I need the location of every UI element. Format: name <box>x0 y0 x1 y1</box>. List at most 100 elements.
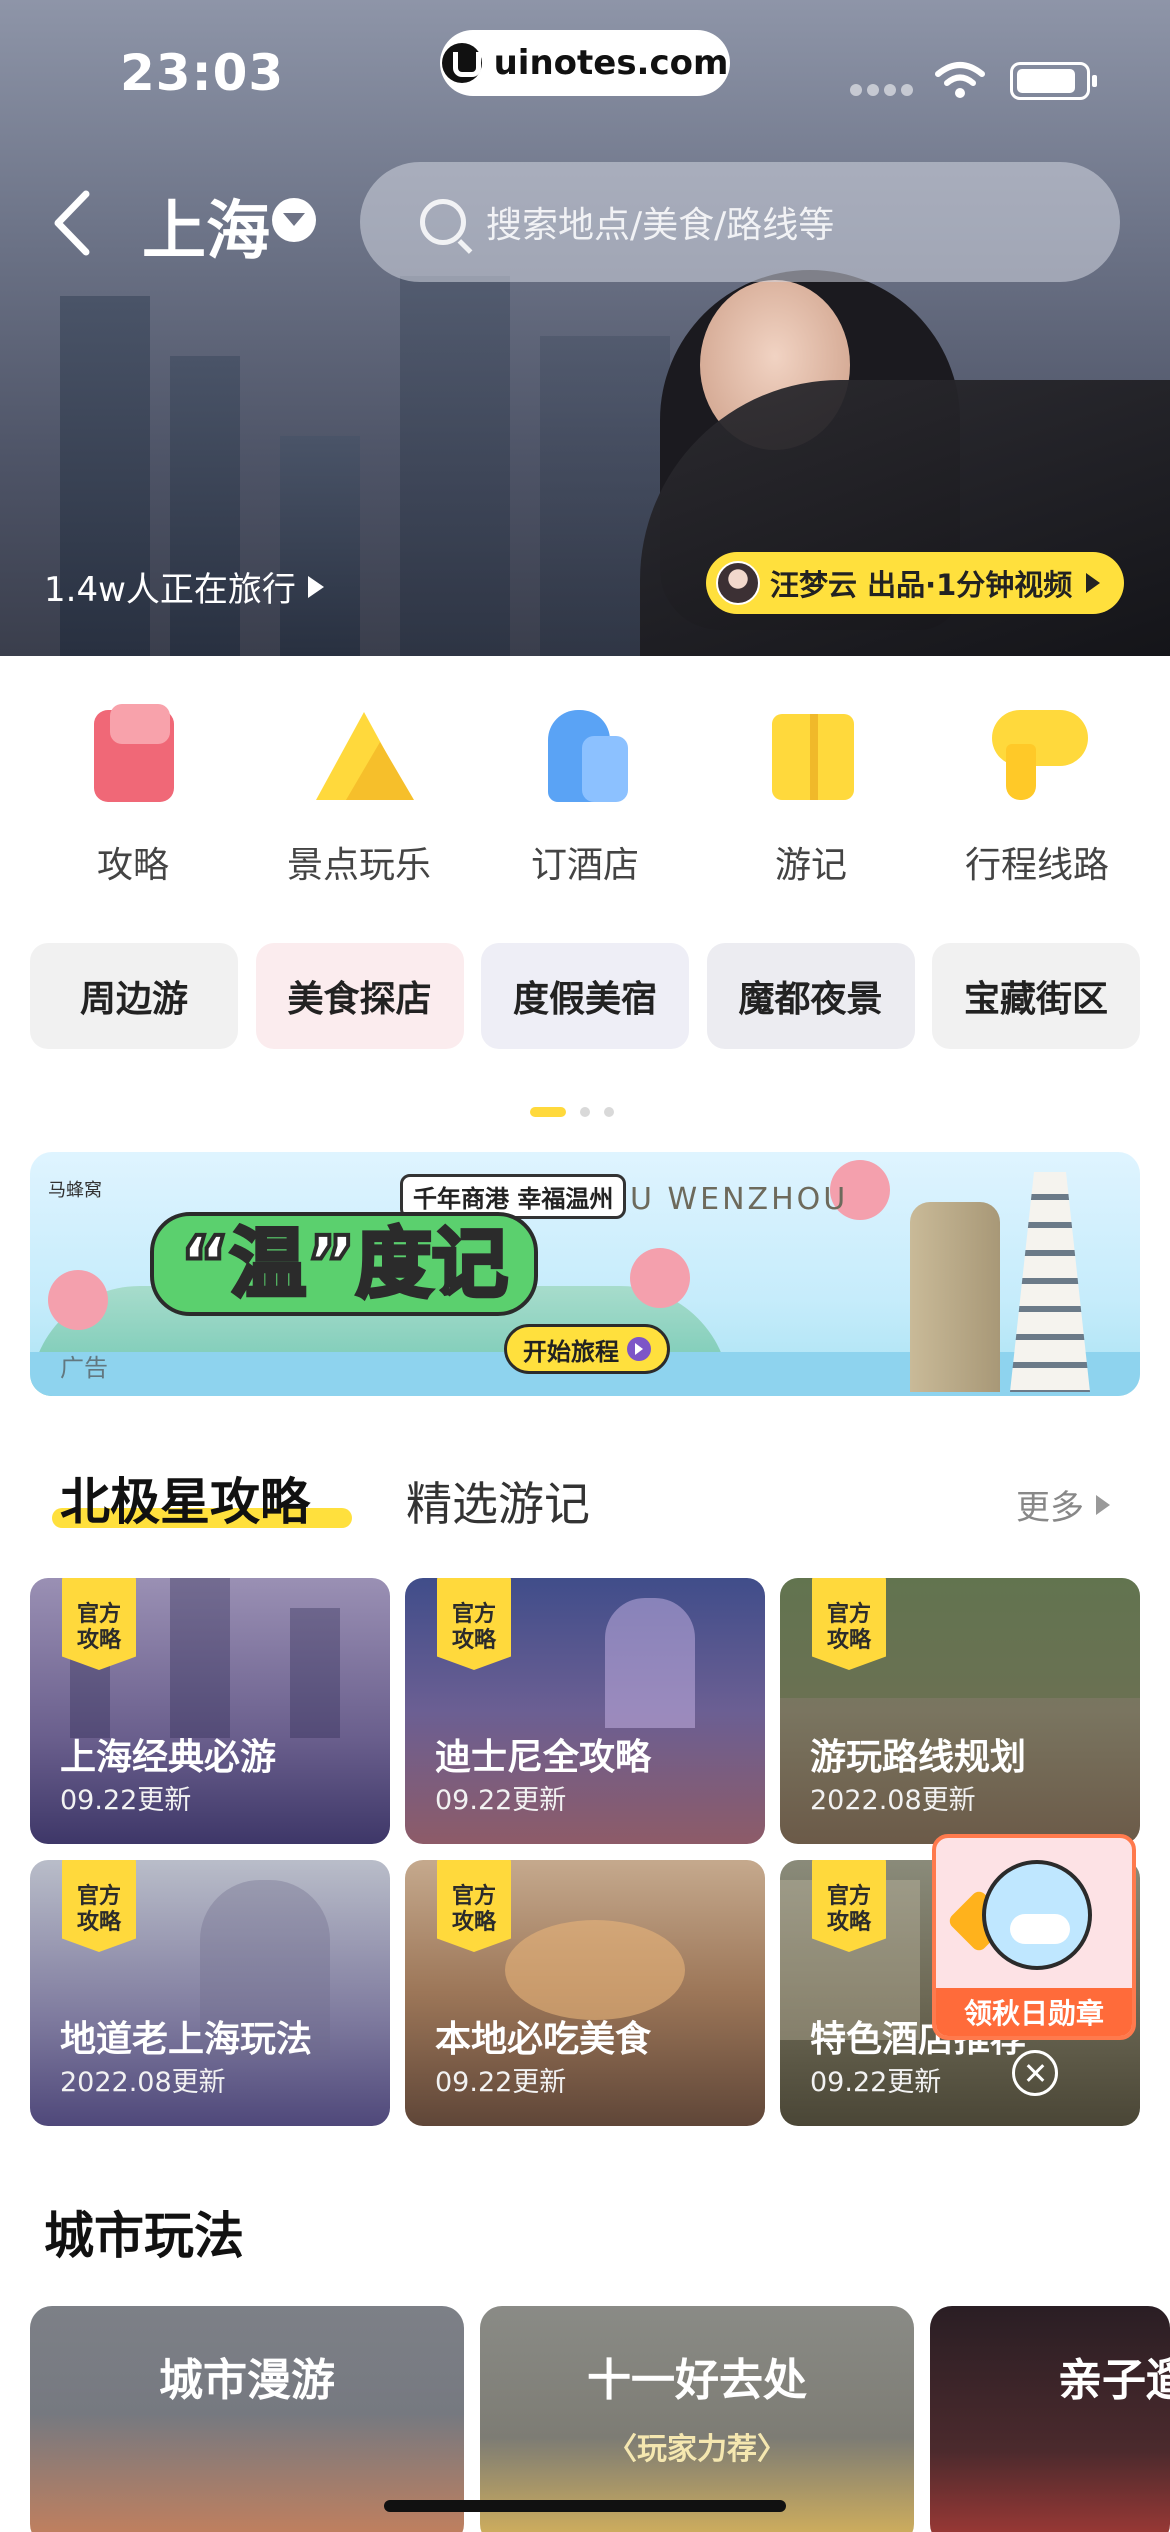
video-credit-pill[interactable]: 汪梦云 出品·1分钟视频 <box>706 552 1124 614</box>
hotel-icon <box>530 700 640 810</box>
category-label: 攻略 <box>96 845 169 886</box>
person-body <box>640 380 1170 656</box>
city-play-card[interactable]: 十一好去处 〈玩家力荐〉 <box>480 2306 914 2532</box>
mascot-avatar <box>982 1860 1092 1970</box>
chip-nearby[interactable]: 周边游 <box>30 943 238 1049</box>
hero-video-banner[interactable]: 23:03 uinotes.com 上海 搜索地点/美食/路线等 1.4w人正在… <box>0 0 1170 656</box>
banner-wenzhou: U WENZHOU <box>630 1182 849 1217</box>
guide-date: 09.22更新 <box>435 1785 567 1816</box>
chevron-right-icon <box>1096 1494 1110 1515</box>
category-attractions[interactable]: 景点玩乐 <box>259 700 459 888</box>
official-guide-badge: 官方 攻略 <box>437 1860 511 1952</box>
travelling-count-link[interactable]: 1.4w人正在旅行 <box>44 562 324 611</box>
guide-icon <box>78 700 188 810</box>
start-journey-button[interactable]: 开始旅程 <box>504 1324 670 1374</box>
chip-food[interactable]: 美食探店 <box>255 943 464 1049</box>
more-link[interactable]: 更多 <box>1016 1480 1110 1529</box>
city-play-card[interactable]: 城市漫游 <box>30 2306 464 2532</box>
home-indicator <box>384 2500 786 2512</box>
more-label: 更多 <box>1016 1488 1084 1528</box>
pagoda-graphic <box>1010 1172 1090 1392</box>
guide-title: 上海经典必游 <box>60 1737 277 1778</box>
play-triangle-icon <box>307 575 324 598</box>
back-arrow-icon[interactable] <box>50 188 94 258</box>
category-label: 行程线路 <box>964 845 1109 886</box>
chip-resort[interactable]: 度假美宿 <box>481 943 689 1049</box>
status-bar: 23:03 uinotes.com <box>0 0 1170 140</box>
chip-street[interactable]: 宝藏街区 <box>932 943 1140 1049</box>
category-label: 景点玩乐 <box>286 845 431 886</box>
cellular-signal-icon <box>850 84 913 96</box>
guide-title: 迪士尼全攻略 <box>435 1737 652 1778</box>
city-play-heading: 城市玩法 <box>44 2207 244 2265</box>
guide-title: 地道老上海玩法 <box>60 2019 313 2060</box>
watermark-badge: uinotes.com <box>440 30 730 96</box>
category-label: 游记 <box>774 845 847 886</box>
official-guide-badge: 官方 攻略 <box>812 1578 886 1670</box>
guide-date: 2022.08更新 <box>810 1785 976 1816</box>
city-play-label: 十一好去处 <box>587 2355 807 2406</box>
category-route[interactable]: 行程线路 <box>937 700 1137 888</box>
battery-icon <box>1010 62 1097 100</box>
building-graphic <box>400 276 510 656</box>
guide-date: 2022.08更新 <box>60 2067 226 2098</box>
guide-date: 09.22更新 <box>435 2067 567 2098</box>
guide-title: 游玩路线规划 <box>810 1737 1027 1778</box>
chip-night[interactable]: 魔都夜景 <box>706 943 915 1049</box>
ad-label: 广告 <box>60 1354 108 1382</box>
category-guide[interactable]: 攻略 <box>33 700 233 888</box>
page-indicator <box>530 1107 614 1117</box>
guide-card[interactable]: 官方 攻略 上海经典必游 09.22更新 <box>30 1578 390 1844</box>
category-travelogue[interactable]: 游记 <box>711 700 911 888</box>
blossom-graphic <box>48 1270 108 1330</box>
ad-banner[interactable]: 马蜂窝 千年商港 幸福温州 U WENZHOU “温”度记 开始旅程 广告 <box>30 1152 1140 1396</box>
category-label: 订酒店 <box>530 845 639 886</box>
award-label: 领秋日勋章 <box>936 1988 1132 2036</box>
banner-title: “温”度记 <box>150 1212 538 1316</box>
guide-date: 09.22更新 <box>60 1785 192 1816</box>
city-play-row: 城市漫游 十一好去处 〈玩家力荐〉 亲子遛 <box>30 2306 1170 2532</box>
search-placeholder: 搜索地点/美食/路线等 <box>486 205 835 246</box>
castle-graphic <box>605 1598 695 1728</box>
guide-title: 本地必吃美食 <box>435 2019 652 2060</box>
tower-graphic <box>910 1202 1000 1392</box>
skyline-graphic <box>290 1608 340 1738</box>
close-icon[interactable] <box>1012 2050 1058 2096</box>
category-hotel[interactable]: 订酒店 <box>485 700 685 888</box>
official-guide-badge: 官方 攻略 <box>62 1578 136 1670</box>
guide-card[interactable]: 官方 攻略 游玩路线规划 2022.08更新 <box>780 1578 1140 1844</box>
official-guide-badge: 官方 攻略 <box>437 1578 511 1670</box>
start-journey-label: 开始旅程 <box>523 1337 619 1366</box>
play-triangle-icon <box>1086 573 1101 593</box>
search-bar[interactable]: 搜索地点/美食/路线等 <box>360 162 1120 282</box>
city-selector[interactable]: 上海 <box>142 180 270 272</box>
building-graphic <box>280 436 360 656</box>
skyline-graphic <box>170 1578 230 1738</box>
wifi-icon <box>935 62 985 98</box>
city-play-card[interactable]: 亲子遛 <box>930 2306 1170 2532</box>
guide-card[interactable]: 官方 攻略 本地必吃美食 09.22更新 <box>405 1860 765 2126</box>
creator-avatar <box>716 561 760 605</box>
city-play-label: 城市漫游 <box>159 2355 335 2406</box>
topic-chips: 周边游 美食探店 度假美宿 魔都夜景 宝藏街区 <box>30 943 1140 1049</box>
guide-card[interactable]: 官方 攻略 地道老上海玩法 2022.08更新 <box>30 1860 390 2126</box>
guide-card[interactable]: 官方 攻略 迪士尼全攻略 09.22更新 <box>405 1578 765 1844</box>
route-icon <box>982 700 1092 810</box>
tab-polaris-guide[interactable]: 北极星攻略 <box>60 1462 310 1534</box>
section-tabs: 北极星攻略 精选游记 更多 <box>40 1462 1130 1542</box>
official-guide-badge: 官方 攻略 <box>812 1860 886 1952</box>
travelling-count-text: 1.4w人正在旅行 <box>44 570 296 610</box>
food-graphic <box>505 1920 685 2020</box>
tab-featured-travelogue[interactable]: 精选游记 <box>406 1468 590 1534</box>
banner-logo: 马蜂窝 <box>48 1180 102 1201</box>
city-dropdown-icon[interactable] <box>272 198 316 242</box>
blossom-graphic <box>630 1248 690 1308</box>
building-graphic <box>170 356 240 656</box>
uinotes-logo-icon <box>441 43 482 83</box>
category-nav: 攻略 景点玩乐 订酒店 游记 行程线路 <box>0 700 1170 888</box>
city-play-sub: 〈玩家力荐〉 <box>607 2432 787 2467</box>
video-credit-text: 汪梦云 出品·1分钟视频 <box>770 568 1073 602</box>
watermark-text: uinotes.com <box>493 43 729 83</box>
official-guide-badge: 官方 攻略 <box>62 1860 136 1952</box>
autumn-medal-popup[interactable]: 领秋日勋章 <box>932 1834 1136 2040</box>
